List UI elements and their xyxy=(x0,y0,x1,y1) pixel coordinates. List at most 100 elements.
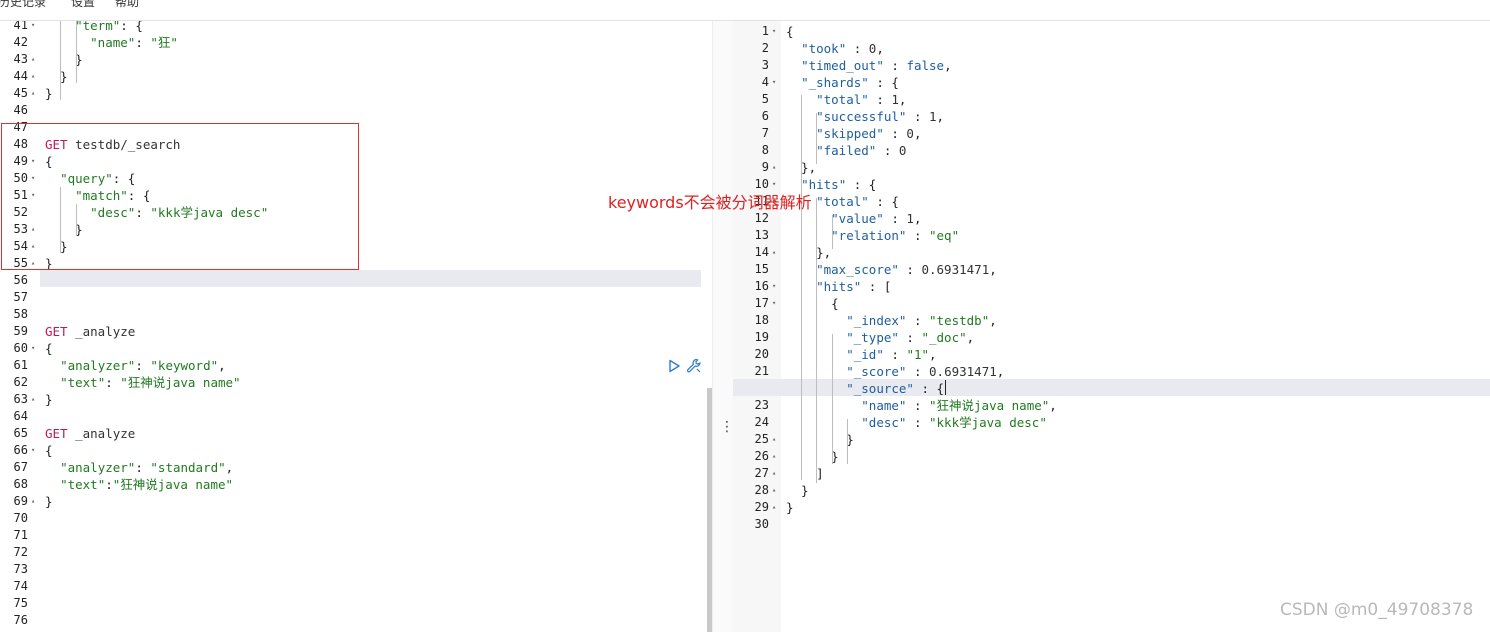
line-number: 45 xyxy=(13,86,28,100)
line-number: 5 xyxy=(761,92,769,106)
vertical-dots-icon[interactable]: ⋮ xyxy=(720,420,734,434)
code-token: 0.6931471 xyxy=(921,262,990,277)
code-line: "text":"狂神说java name" xyxy=(45,476,233,493)
code-line: { xyxy=(45,442,53,459)
fold-toggle-icon[interactable]: ▾ xyxy=(772,295,776,312)
code-line: "_index" : "testdb", xyxy=(786,312,997,329)
fold-toggle-icon[interactable]: ▾ xyxy=(31,442,35,459)
line-number: 62 xyxy=(13,375,28,389)
code-line: "_type" : "_doc", xyxy=(786,329,974,346)
code-line: "name": "狂" xyxy=(45,34,178,51)
menu-settings[interactable]: 设置 xyxy=(71,0,95,10)
play-icon[interactable] xyxy=(667,359,681,373)
unfold-toggle-icon[interactable]: ▴ xyxy=(31,391,35,408)
code-line: "text": "狂神说java name" xyxy=(45,374,241,391)
code-token: : xyxy=(883,211,907,226)
code-token: : xyxy=(105,375,121,390)
fold-toggle-icon[interactable]: ▾ xyxy=(31,153,35,170)
code-token: : xyxy=(898,262,922,277)
code-token: "timed_out" xyxy=(801,58,884,73)
code-token: 0 xyxy=(898,143,907,158)
indent-guide xyxy=(832,334,833,464)
code-token: , xyxy=(898,92,907,107)
code-token: , xyxy=(225,460,234,475)
code-token: "total" xyxy=(816,194,869,209)
unfold-toggle-icon[interactable]: ▴ xyxy=(772,482,776,499)
code-token: "keyword" xyxy=(150,358,219,373)
unfold-toggle-icon[interactable]: ▴ xyxy=(772,465,776,482)
code-token: "testdb" xyxy=(929,313,990,328)
line-number: 76 xyxy=(13,613,28,627)
code-token: "standard" xyxy=(150,460,226,475)
code-line: "query": { xyxy=(45,170,135,187)
fold-toggle-icon[interactable]: ▾ xyxy=(772,278,776,295)
menu-history[interactable]: 历史记录 xyxy=(0,0,46,10)
console-editor[interactable]: 41 ▾ 42 43 ▴ 44 ▴ 45 ▴ 46 47 48 49 ▾ 50 ▾ 51 ▾ 52 53 ▴ 54 ▴ 55 ▴… xyxy=(0,21,712,632)
fold-toggle-icon[interactable]: ▾ xyxy=(31,21,35,34)
unfold-toggle-icon[interactable]: ▴ xyxy=(772,431,776,448)
line-number: 47 xyxy=(13,120,28,134)
line-number: 57 xyxy=(13,290,28,304)
unfold-toggle-icon[interactable]: ▴ xyxy=(31,493,35,510)
wrench-icon[interactable] xyxy=(686,358,702,374)
code-line: "analyzer": "standard", xyxy=(45,459,233,476)
response-viewer[interactable]: 1 ▾ 2 3 4 ▾ 5 6 7 8 9 ▴ 10 ▾ 11 ▾ 12 13 14 ▴ 15 16 ▾ 17 ▾ 18 19 20 2… xyxy=(733,21,1490,632)
code-token: "狂神说java name" xyxy=(120,375,241,390)
unfold-toggle-icon[interactable]: ▴ xyxy=(772,244,776,261)
code-line: "max_score" : 0.6931471, xyxy=(786,261,997,278)
line-number: 4 xyxy=(761,75,769,89)
code-token: , xyxy=(989,313,997,328)
unfold-toggle-icon[interactable]: ▴ xyxy=(772,159,776,176)
code-line: { xyxy=(45,340,53,357)
code-token: : xyxy=(883,58,907,73)
code-token: , xyxy=(996,364,1005,379)
code-token: "name" xyxy=(861,398,907,413)
line-number: 1 xyxy=(761,24,769,38)
code-token: } xyxy=(45,392,53,407)
fold-toggle-icon[interactable]: ▾ xyxy=(31,340,35,357)
code-line: GET _analyze xyxy=(45,323,135,340)
code-line: "took" : 0, xyxy=(786,40,884,57)
unfold-toggle-icon[interactable]: ▴ xyxy=(31,85,35,102)
code-token: }, xyxy=(786,245,832,260)
unfold-toggle-icon[interactable]: ▴ xyxy=(31,238,35,255)
line-number: 49 xyxy=(13,154,28,168)
line-number: 18 xyxy=(754,313,769,327)
code-line: "timed_out" : false, xyxy=(786,57,952,74)
code-token: , xyxy=(218,358,226,373)
line-number: 20 xyxy=(754,347,769,361)
menu-help[interactable]: 帮助 xyxy=(115,0,139,10)
pane-divider[interactable] xyxy=(712,21,735,632)
line-number: 16 xyxy=(754,279,769,293)
unfold-toggle-icon[interactable]: ▴ xyxy=(772,448,776,465)
unfold-toggle-icon[interactable]: ▴ xyxy=(31,221,35,238)
code-token: "skipped" xyxy=(816,126,884,141)
scrollbar-thumb[interactable] xyxy=(707,388,712,632)
line-number: 54 xyxy=(13,239,28,253)
code-line: } xyxy=(45,68,68,85)
code-line: } xyxy=(45,255,53,272)
code-token: : xyxy=(883,347,907,362)
code-token: "_type" xyxy=(846,330,899,345)
line-number: 65 xyxy=(13,426,28,440)
unfold-toggle-icon[interactable]: ▴ xyxy=(31,68,35,85)
unfold-toggle-icon[interactable]: ▴ xyxy=(31,51,35,68)
code-token: : { xyxy=(868,194,899,209)
unfold-toggle-icon[interactable]: ▴ xyxy=(772,499,776,516)
code-line: } xyxy=(45,493,53,510)
line-number: 61 xyxy=(13,358,28,372)
fold-toggle-icon[interactable]: ▾ xyxy=(772,23,776,40)
code-token: "kkk学java desc" xyxy=(150,205,269,220)
line-number: 29 xyxy=(754,500,769,514)
code-token: : xyxy=(906,109,929,124)
fold-toggle-icon[interactable]: ▾ xyxy=(772,74,776,91)
code-token: , xyxy=(989,262,997,277)
code-token: "relation" xyxy=(831,228,907,243)
unfold-toggle-icon[interactable]: ▴ xyxy=(31,255,35,272)
fold-toggle-icon[interactable]: ▾ xyxy=(31,170,35,187)
fold-toggle-icon[interactable]: ▾ xyxy=(31,187,35,204)
code-line: } xyxy=(786,499,794,516)
